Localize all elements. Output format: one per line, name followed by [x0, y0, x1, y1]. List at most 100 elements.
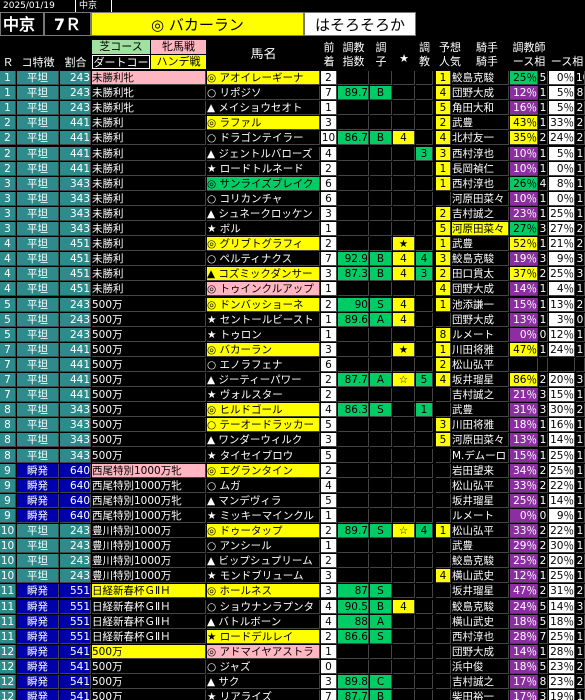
table-row[interactable]: 2 平坦 441 未勝利 ★ ロードトルネード 2 1 長岡禎仁 10％ 1 0％ 1 [0, 161, 585, 177]
table-row[interactable]: 5 平坦 243 500万 ★ トゥロン 1 8 ルメート 0％ 0 12％ 1 [0, 327, 585, 343]
table-row[interactable]: 2 平坦 441 未勝利 ○ ドラゴンテイラー 10 86.7 B 4 4 北村友一 35％ 2 24％ 2 [0, 131, 585, 146]
table-row[interactable]: 4 平坦 451 未勝利 ◎ グリブトグラフィ 2 ★ 1 武豊 52％ 1 21％ 2 [0, 237, 585, 252]
cell-horse: ▲ マンデヴィラ [207, 493, 320, 508]
table-row[interactable]: 8 平坦 343 500万 ★ タイセイブロウ 5 M.デムーロ 15％ 1 25％ 1 [0, 448, 585, 464]
table-row[interactable]: 7 平坦 441 500万 ◎ バカーラン 3 ★ 1 川田将雅 47％ 1 24％ 1 [0, 342, 585, 358]
table-row[interactable]: 3 平坦 343 未勝利 ◎ サンライズブレイク 6 1 西村淳也 26％ 4 8％ 1 [0, 176, 585, 192]
cell-race-no: 7 [0, 388, 16, 403]
table-row[interactable]: 10 平坦 243 豊川特別1000万 ★ モンドブリューム 3 4 横山武史 12％ 1 25％ 1 [0, 569, 585, 584]
table-row[interactable]: 4 平坦 451 未勝利 ○ ペルティナクス 7 92.9 B 4 4 3 鮫島克駿 19％ 3 9％ 3 [0, 252, 585, 267]
table-row[interactable]: 11 瞬発 551 日経新春杯ＧⅡＨ ◎ ホールネス 3 87 S 坂井瑠星 47％ 2 31％ 2 [0, 584, 585, 599]
cell-race-name: 日経新春杯ＧⅡＨ [92, 614, 206, 629]
table-row[interactable]: 8 平坦 343 500万 ○ テーオードラッカー 5 3 川田将雅 18％ 1 16％ 1 [0, 418, 585, 433]
double-circle-icon: ◎ [207, 525, 217, 537]
cell-jockey-n: 2 [576, 675, 585, 689]
cell-trainer-pct: 12％ [510, 569, 538, 584]
cell-pred: 3 [436, 418, 451, 433]
table-row[interactable]: 10 平坦 243 豊川特別1000万 ○ アンシール 1 武豊 29％ 2 30％ 1 [0, 539, 585, 554]
table-row[interactable]: 2 平坦 441 未勝利 ▲ ジェントルバローズ 4 3 3 西村淳也 10％ 1 5％ 1 [0, 146, 585, 162]
table-row[interactable]: 7 平坦 441 500万 ★ ヴォルスター 2 吉村誠之 21％ 3 15％ 1 [0, 388, 585, 403]
cell-star [393, 539, 415, 554]
cell-training-index: 87.7 [338, 690, 369, 700]
cell-train-status [416, 206, 433, 221]
table-row[interactable]: 12 瞬発 541 500万 ○ ジャズ 0 浜中俊 18％ 5 23％ 2 [0, 659, 585, 675]
cell-trainer-pct: 33％ [510, 524, 538, 538]
cell-star [393, 614, 415, 629]
table-row[interactable]: 1 平坦 243 未勝利牝 ▲ メイショウセオト 1 5 角田大和 16％ 1 5％ 2 [0, 101, 585, 116]
cell-jockey-pct: 24％ [549, 131, 575, 146]
cell-horse: ○ ドラゴンテイラー [207, 131, 320, 146]
table-row[interactable]: 3 平坦 343 未勝利 ▲ シュネークロッケン 3 2 吉村誠之 23％ 1 25％ 1 [0, 206, 585, 222]
cell-race-no: 3 [0, 206, 16, 221]
table-row[interactable]: 4 平坦 451 未勝利 ◎ トゥインクルアップ 1 4 団野大成 14％ 1 4％ 1 [0, 282, 585, 297]
table-row[interactable]: 7 平坦 441 500万 ○ エノラフェナ 6 2 松山弘平 [0, 357, 585, 373]
cell-trainer-n: 0 [539, 327, 548, 342]
cell-cond: B [370, 267, 392, 282]
table-row[interactable]: 9 瞬発 640 西尾特別1000万牝 ◎ エグランタイン 2 岩田望来 34％ 2 25％ 1 [0, 463, 585, 479]
cell-prev: 1 [321, 282, 337, 297]
table-row[interactable]: 11 瞬発 551 日経新春杯ＧⅡＨ ▲ バトルボーン 4 88 A 横山武史 18％ 5 18％ 3 [0, 614, 585, 630]
circle-icon: ○ [207, 132, 217, 145]
table-row[interactable]: 9 瞬発 640 西尾特別1000万牝 ★ ミッキーマインクル 1 ルメート 0％ 0 9％ 1 [0, 508, 585, 524]
cell-horse: ▲ ビップシュプリーム [207, 554, 320, 569]
table-row[interactable]: 1 平坦 243 未勝利牝 ○ リポジソ 7 89.7 B 4 団野大成 12％ 1 5％ 8 [0, 86, 585, 101]
cell-feature: 平坦 [17, 176, 59, 191]
table-row[interactable]: 9 瞬発 640 西尾特別1000万牝 ○ ムガ 4 松山弘平 33％ 2 22％ 1 [0, 478, 585, 494]
table-row[interactable]: 12 瞬発 541 500万 ★ リアライズ 7 87.7 B 柴田裕一 17％ 3 19％ 1 [0, 690, 585, 700]
cell-jockey-pct: 20％ [549, 554, 575, 569]
table-row[interactable]: 1平坦243未勝利牝◎ アオイレーギーナ21鮫島克駿25％50％10 [0, 71, 585, 86]
cell-training-index: 92.9 [338, 252, 369, 267]
cell-feature: 平坦 [17, 373, 59, 387]
table-row[interactable]: 5 平坦 243 500万 ◎ ドンバッショーネ 2 90 S 4 1 池添謙一 15％ 1 13％ 2 [0, 297, 585, 313]
cell-trainer-n: 1 [539, 448, 548, 463]
cell-jockey: 横山武史 [452, 569, 509, 584]
cell-train-status [416, 357, 433, 372]
table-row[interactable]: 8 平坦 343 500万 ▲ ワンダーウィルク 3 5 河原田菜々 13％ 1 14％ 1 [0, 433, 585, 448]
table-row[interactable]: 10 平坦 243 豊川特別1000万 ▲ ビップシュプリーム 2 鮫島克駿 25％ 2 20％ 2 [0, 554, 585, 569]
cell-jockey: 岩田望来 [452, 463, 509, 478]
table-row[interactable]: 4 平坦 451 未勝利 ▲ コズミックダンサー 3 87.3 B 4 3 2 田口貫太 37％ 2 25％… [0, 267, 585, 282]
circle-icon: ○ [207, 419, 217, 432]
table-row[interactable]: 3 平坦 343 未勝利 ○ コリカンチャ 6 河原田菜々 10％ 1 0％ 1 [0, 191, 585, 207]
cell-jockey-n: 0 [576, 312, 585, 327]
cell-pred: 2 [436, 267, 451, 282]
cell-ratio: 343 [60, 433, 91, 448]
table-row[interactable]: 12 瞬発 541 500万 ◎ アドマイヤアストラ 1 団野大成 14％ 1 28％ 1 [0, 644, 585, 660]
cell-trainer-pct: 26％ [510, 176, 538, 191]
cell-jockey-pct: 25％ [549, 463, 575, 478]
table-row[interactable]: 11 瞬発 551 日経新春杯ＧⅡＨ ○ ショウナンラプンタ 4 90.5 B 4 鮫島克駿 24％… [0, 599, 585, 615]
cell-jockey-pct: 28％ [549, 644, 575, 659]
cell-horse: ★ ロードトルネード [207, 161, 320, 176]
cell-star [393, 433, 415, 448]
cell-trainer-n: 1 [539, 282, 548, 297]
table-row[interactable]: 9 瞬発 640 西尾特別1000万牝 ▲ マンデヴィラ 5 坂井瑠星 25％ 1 14％ 1 [0, 493, 585, 509]
cell-race-name: 日経新春杯ＧⅡＨ [92, 584, 206, 599]
cell-race-no: 3 [0, 191, 16, 206]
cell-feature: 平坦 [17, 554, 59, 569]
cell-trainer-pct: 12％ [510, 86, 538, 101]
cell-train-status [416, 131, 433, 146]
table-row[interactable]: 11 瞬発 551 日経新春杯ＧⅡＨ ★ ロードデルレイ 2 86.6 S 西村淳也 28％ 7 25… [0, 629, 585, 645]
circle-icon: ○ [207, 540, 217, 553]
cell-trainer-n: 1 [539, 433, 548, 448]
cell-cond [370, 644, 392, 659]
star-icon: ★ [207, 313, 217, 326]
table-row[interactable]: 5 平坦 243 500万 ★ セントールビースト 1 89.6 A 4 団野大成 13％ 1 3％ 0 [0, 312, 585, 328]
cell-jockey-n: 1 [576, 388, 585, 403]
table-row[interactable]: 2 平坦 441 未勝利 ◎ ラファル 3 2 武豊 43％ 1 33％ 2 [0, 116, 585, 131]
table-row[interactable]: 10 平坦 243 豊川特別1000万 ◎ ドゥータップ 2 89.7 S ☆ 4 1 松山弘平 33％… [0, 524, 585, 539]
double-circle-icon: ◎ [207, 283, 217, 296]
cell-jockey: 武豊 [452, 116, 509, 131]
cell-cond: A [370, 614, 392, 629]
cell-training-index [338, 433, 369, 448]
cell-cond [370, 146, 392, 161]
cell-pred [436, 644, 451, 659]
cell-jockey-n: 1 [576, 161, 585, 176]
table-row[interactable]: 8 平坦 343 500万 ◎ ヒルドゴール 4 86.3 S 1 武豊 31％ 3 30％ 2 [0, 403, 585, 418]
table-row[interactable]: 12 瞬発 541 500万 ▲ サク 3 89.8 C 吉村誠之 17％ 8 23％ 2 [0, 675, 585, 690]
table-row[interactable]: 7 平坦 441 500万 ▲ ジーティーパワー 2 87.7 A ☆ 5 4 坂井瑠星 86％ 2 20％… [0, 373, 585, 388]
cell-cond: S [370, 629, 392, 644]
cell-prev: 4 [321, 146, 337, 161]
cell-jockey-n: 1 [576, 524, 585, 538]
table-row[interactable]: 3 平坦 343 未勝利 ★ ボル 1 5 河原田菜々 27％ 3 27％ 2 [0, 222, 585, 237]
